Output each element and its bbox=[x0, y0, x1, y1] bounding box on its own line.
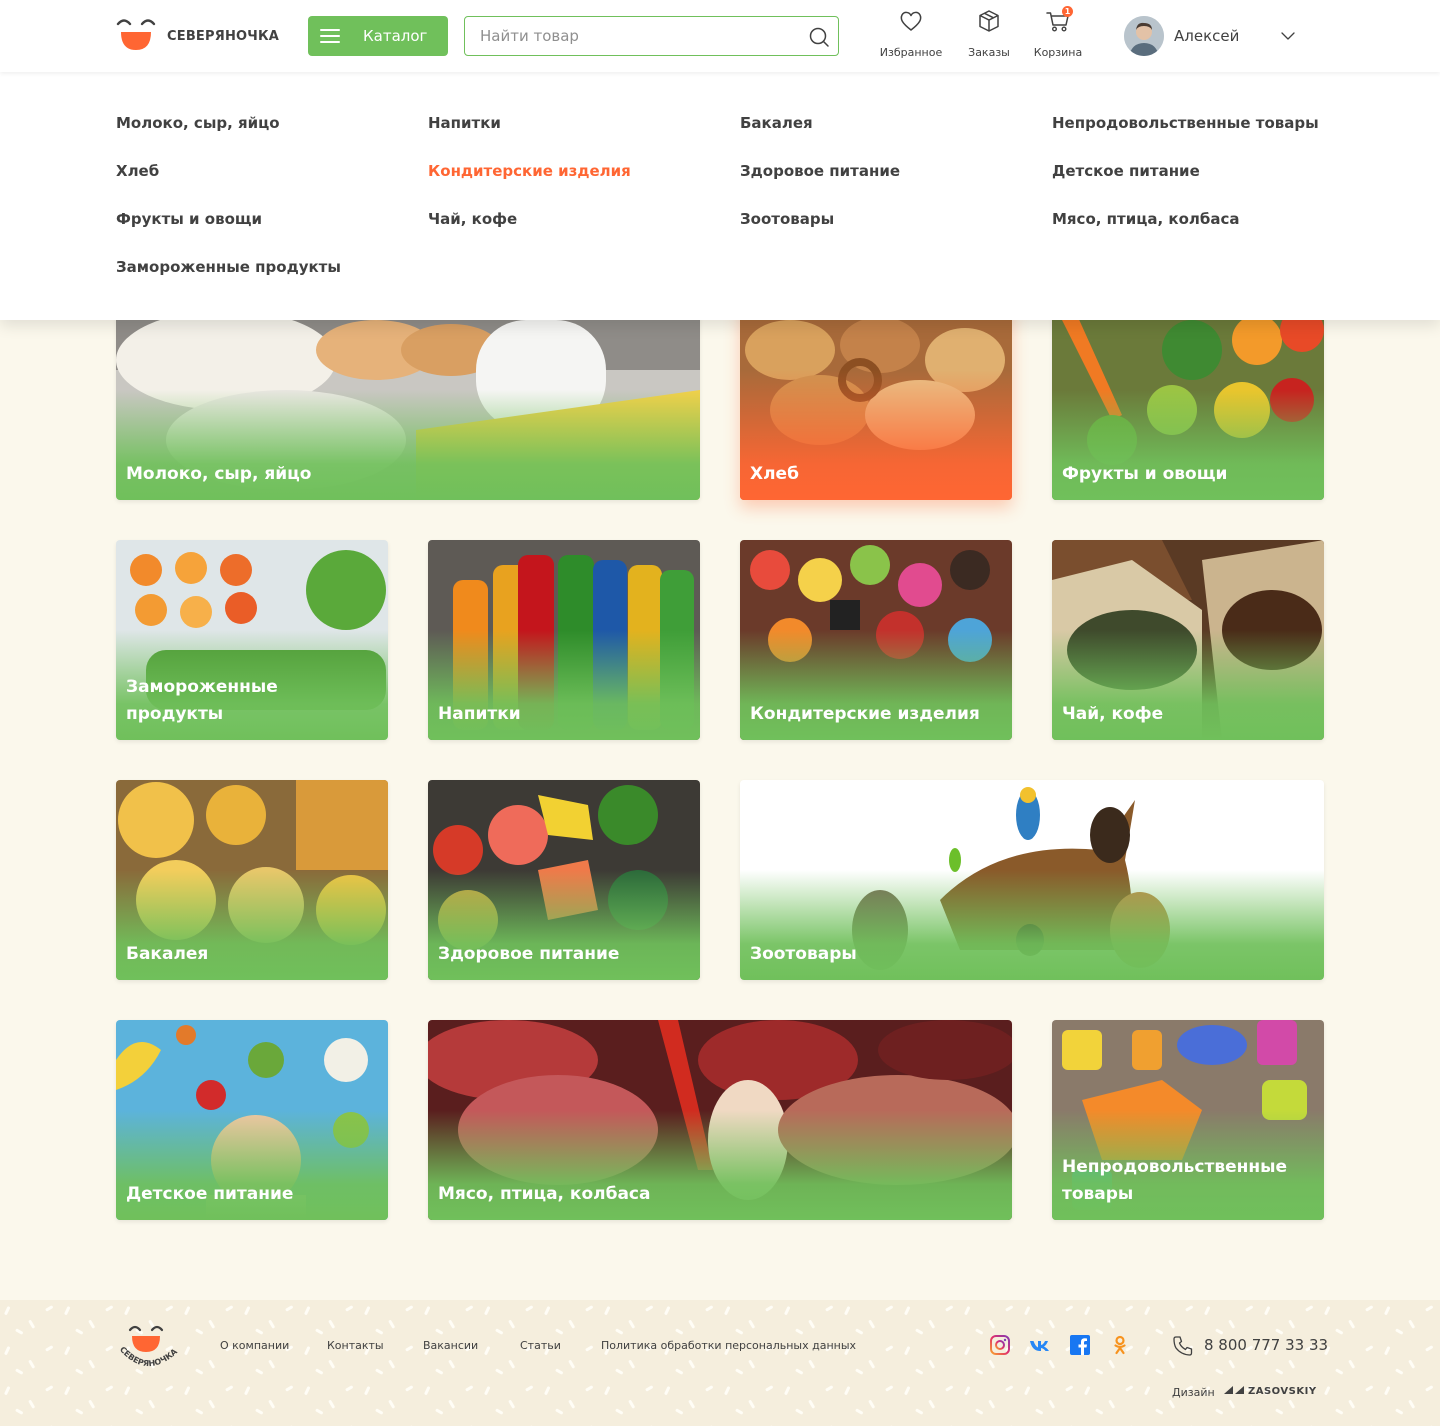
box-icon bbox=[976, 8, 1002, 34]
category-card-bread[interactable]: Хлеб bbox=[740, 300, 1012, 500]
category-card-sweets[interactable]: Кондитерские изделия bbox=[740, 540, 1012, 740]
cart-button[interactable]: 1 Корзина bbox=[1032, 6, 1084, 62]
category-card-pets[interactable]: Зоотовары bbox=[740, 780, 1324, 980]
cart-count-badge: 1 bbox=[1062, 6, 1073, 17]
menu-item-bread[interactable]: Хлеб bbox=[116, 162, 159, 180]
chevron-down-icon[interactable] bbox=[1280, 28, 1296, 44]
category-title: Молоко, сыр, яйцо bbox=[126, 464, 312, 484]
user-menu[interactable]: Алексей bbox=[1124, 16, 1239, 56]
cart-icon: 1 bbox=[1045, 6, 1073, 34]
user-name: Алексей bbox=[1174, 27, 1240, 45]
category-title: Непродовольственные товары bbox=[1062, 1157, 1288, 1204]
menu-item-meat[interactable]: Мясо, птица, колбаса bbox=[1052, 210, 1240, 228]
menu-item-fruits[interactable]: Фрукты и овощи bbox=[116, 210, 262, 228]
menu-item-household[interactable]: Непродовольственные товары bbox=[1052, 114, 1319, 132]
menu-item-healthy[interactable]: Здоровое питание bbox=[740, 162, 900, 180]
category-title: Детское питание bbox=[126, 1184, 294, 1204]
footer-logo[interactable]: СЕВЕРЯНОЧКА bbox=[116, 1322, 180, 1372]
category-card-healthy[interactable]: Здоровое питание bbox=[428, 780, 700, 980]
footer-link-privacy[interactable]: Политика обработки персональных данных bbox=[601, 1339, 856, 1352]
category-title: Мясо, птица, колбаса bbox=[438, 1184, 651, 1204]
menu-item-pets[interactable]: Зоотовары bbox=[740, 210, 834, 228]
menu-item-dairy[interactable]: Молоко, сыр, яйцо bbox=[116, 114, 280, 132]
category-card-drinks[interactable]: Напитки bbox=[428, 540, 700, 740]
facebook-icon[interactable] bbox=[1069, 1334, 1091, 1356]
search-box bbox=[464, 16, 839, 56]
category-title: Бакалея bbox=[126, 944, 209, 964]
site-header: СЕВЕРЯНОЧКА Каталог Избранное bbox=[0, 0, 1440, 72]
category-card-tea-coffee[interactable]: Чай, кофе bbox=[1052, 540, 1324, 740]
category-title: Фрукты и овощи bbox=[1062, 464, 1228, 484]
site-footer: СЕВЕРЯНОЧКА О компании Контакты Вакансии… bbox=[0, 1300, 1440, 1426]
catalog-dropdown: Молоко, сыр, яйцо Хлеб Фрукты и овощи За… bbox=[0, 72, 1440, 320]
category-card-frozen[interactable]: Замороженные продукты bbox=[116, 540, 388, 740]
favorites-button[interactable]: Избранное bbox=[879, 8, 943, 62]
category-card-grocery[interactable]: Бакалея bbox=[116, 780, 388, 980]
logo-smile-icon bbox=[116, 18, 156, 54]
heart-icon bbox=[898, 8, 924, 34]
vk-icon[interactable] bbox=[1029, 1334, 1051, 1356]
footer-link-contacts[interactable]: Контакты bbox=[327, 1339, 384, 1352]
favorites-label: Избранное bbox=[879, 46, 943, 59]
catalog-button-label: Каталог bbox=[363, 27, 428, 45]
category-card-vegetables[interactable]: Фрукты и овощи bbox=[1052, 300, 1324, 500]
search-icon[interactable] bbox=[808, 26, 830, 48]
category-card-meat[interactable]: Мясо, птица, колбаса bbox=[428, 1020, 1012, 1220]
phone-number[interactable]: 8 800 777 33 33 bbox=[1204, 1336, 1328, 1354]
category-title: Напитки bbox=[438, 704, 521, 724]
category-card-baby[interactable]: Детское питание bbox=[116, 1020, 388, 1220]
search-input[interactable] bbox=[480, 26, 800, 46]
design-credit[interactable]: ZASOVSKIY bbox=[1224, 1385, 1317, 1397]
menu-item-drinks[interactable]: Напитки bbox=[428, 114, 501, 132]
logo-text: СЕВЕРЯНОЧКА bbox=[167, 28, 280, 44]
category-title: Кондитерские изделия bbox=[750, 704, 980, 724]
footer-link-about[interactable]: О компании bbox=[220, 1339, 289, 1352]
menu-icon bbox=[320, 29, 340, 43]
menu-item-baby[interactable]: Детское питание bbox=[1052, 162, 1200, 180]
catalog-button[interactable]: Каталог bbox=[308, 16, 448, 56]
avatar bbox=[1124, 16, 1164, 56]
category-title: Чай, кофе bbox=[1062, 704, 1164, 724]
design-brand: ZASOVSKIY bbox=[1247, 1386, 1317, 1397]
category-title: Здоровое питание bbox=[438, 944, 620, 964]
menu-item-tea-coffee[interactable]: Чай, кофе bbox=[428, 210, 517, 228]
menu-item-grocery[interactable]: Бакалея bbox=[740, 114, 813, 132]
category-card-household[interactable]: Непродовольственные товары bbox=[1052, 1020, 1324, 1220]
phone-icon bbox=[1172, 1335, 1194, 1357]
odnoklassniki-icon[interactable] bbox=[1109, 1334, 1131, 1356]
footer-link-vacancies[interactable]: Вакансии bbox=[423, 1339, 478, 1352]
footer-link-articles[interactable]: Статьи bbox=[520, 1339, 561, 1352]
category-title: Зоотовары bbox=[750, 944, 857, 964]
category-title: Хлеб bbox=[750, 464, 799, 484]
zasovskiy-logo-icon bbox=[1224, 1386, 1244, 1394]
menu-item-frozen[interactable]: Замороженные продукты bbox=[116, 258, 341, 276]
cart-label: Корзина bbox=[1033, 46, 1083, 59]
orders-button[interactable]: Заказы bbox=[964, 8, 1014, 62]
menu-item-sweets[interactable]: Кондитерские изделия bbox=[428, 162, 631, 180]
logo[interactable]: СЕВЕРЯНОЧКА bbox=[116, 18, 279, 54]
orders-label: Заказы bbox=[968, 46, 1010, 59]
footer-pattern bbox=[0, 1300, 1440, 1426]
design-label: Дизайн bbox=[1172, 1386, 1215, 1399]
category-title: Замороженные продукты bbox=[126, 677, 278, 724]
instagram-icon[interactable] bbox=[989, 1334, 1011, 1356]
category-card-dairy[interactable]: Молоко, сыр, яйцо bbox=[116, 300, 700, 500]
